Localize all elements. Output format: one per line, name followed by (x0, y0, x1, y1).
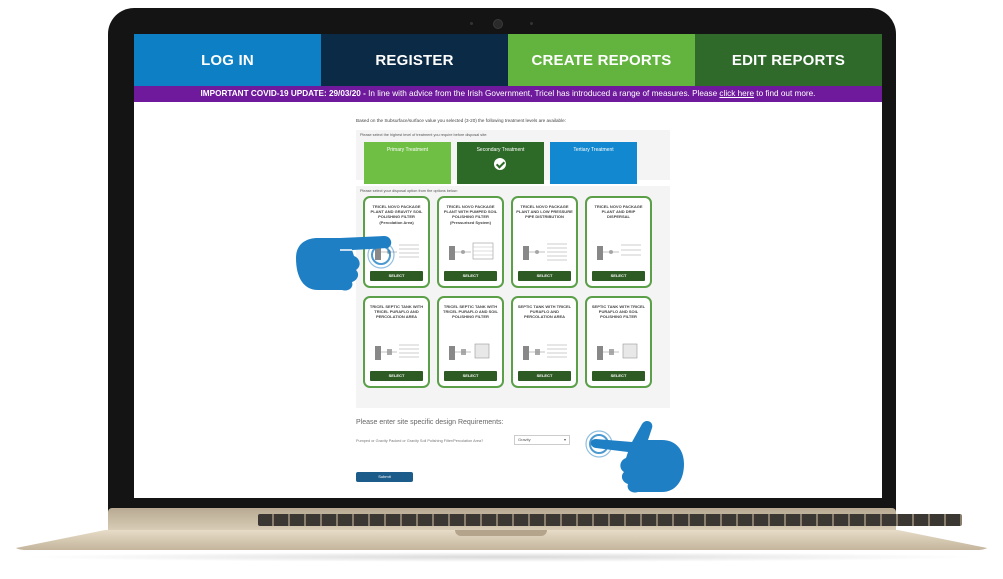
treatment-level-box: Please select the highest level of treat… (356, 130, 670, 184)
submit-button[interactable]: Submit (356, 472, 413, 482)
select-button[interactable]: SELECT (518, 271, 571, 281)
option-card[interactable]: TRICEL SEPTIC TANK WITH TRICEL PURAFLO A… (363, 296, 430, 388)
option-title: TRICEL SEPTIC TANK WITH TRICEL PURAFLO A… (443, 304, 498, 320)
select-button[interactable]: SELECT (592, 271, 645, 281)
treatment-form: Based on the Subsurface/surface value yo… (356, 118, 670, 408)
lid-dot (530, 22, 533, 25)
options-hint: Please select your disposal option from … (360, 189, 458, 193)
system-diagram-icon (523, 243, 567, 261)
option-title: TRICEL SEPTIC TANK WITH TRICEL PURAFLO A… (369, 304, 424, 320)
select-button[interactable]: SELECT (370, 371, 423, 381)
option-card[interactable]: TRICEL NOVO PACKAGE PLANT AND DRIP DISPE… (585, 196, 652, 288)
main-nav: LOG IN REGISTER CREATE REPORTS EDIT REPO… (134, 34, 882, 86)
option-card[interactable]: SEPTIC TANK WITH TRICEL PURAFLO AND PERC… (511, 296, 578, 388)
level-tertiary[interactable]: Tertiary Treatment (550, 142, 637, 184)
nav-create-reports[interactable]: CREATE REPORTS (508, 34, 695, 86)
level-label: Tertiary Treatment (573, 147, 614, 153)
pointing-hand-icon (585, 421, 684, 493)
pointing-hand-icon (296, 236, 395, 291)
select-button[interactable]: SELECT (592, 371, 645, 381)
nav-register[interactable]: REGISTER (321, 34, 508, 86)
option-card[interactable]: TRICEL NOVO PACKAGE PLANT AND LOW PRESSU… (511, 196, 578, 288)
select-button[interactable]: SELECT (444, 371, 497, 381)
level-secondary[interactable]: Secondary Treatment (457, 142, 544, 184)
nav-edit-reports[interactable]: EDIT REPORTS (695, 34, 882, 86)
laptop-base (0, 508, 1003, 568)
select-button[interactable]: SELECT (444, 271, 497, 281)
caret-down-icon: ▾ (563, 437, 566, 442)
intro-text: Based on the Subsurface/surface value yo… (356, 118, 566, 123)
system-diagram-icon (597, 244, 641, 260)
level-label: Primary Treatment (386, 147, 429, 153)
covid-link[interactable]: click here (719, 89, 754, 98)
option-title: TRICEL NOVO PACKAGE PLANT WITH PUMPED SO… (443, 204, 498, 225)
base-notch (455, 530, 547, 536)
check-icon (494, 158, 506, 170)
covid-banner: IMPORTANT COVID-19 UPDATE: 29/03/20 - In… (134, 86, 882, 102)
covid-tail: to find out more. (754, 89, 816, 98)
laptop-screen: LOG IN REGISTER CREATE REPORTS EDIT REPO… (134, 34, 882, 498)
base-shadow (20, 552, 983, 562)
select-button[interactable]: SELECT (518, 371, 571, 381)
level-label: Secondary Treatment (476, 147, 525, 153)
requirements-select[interactable]: Gravity ▾ (514, 435, 570, 445)
lid-dot (470, 22, 473, 25)
option-title: TRICEL NOVO PACKAGE PLANT AND DRIP DISPE… (594, 204, 643, 220)
system-diagram-icon (449, 242, 494, 260)
keyboard (258, 514, 962, 526)
level-primary[interactable]: Primary Treatment (364, 142, 451, 184)
option-title: TRICEL NOVO PACKAGE PLANT AND LOW PRESSU… (516, 204, 573, 220)
requirements-title: Please enter site specific design Requir… (356, 419, 504, 426)
disposal-options-box: Please select your disposal option from … (356, 186, 670, 408)
camera-icon (493, 19, 503, 29)
select-value: Gravity (518, 437, 531, 442)
base-top (108, 508, 962, 530)
option-card[interactable]: TRICEL NOVO PACKAGE PLANT WITH PUMPED SO… (437, 196, 504, 288)
option-title: SEPTIC TANK WITH TRICEL PURAFLO AND PERC… (517, 304, 572, 320)
option-title: SEPTIC TANK WITH TRICEL PURAFLO AND SOIL… (591, 304, 646, 320)
system-diagram-icon (523, 344, 567, 360)
nav-login[interactable]: LOG IN (134, 34, 321, 86)
option-card[interactable]: TRICEL SEPTIC TANK WITH TRICEL PURAFLO A… (437, 296, 504, 388)
covid-text: In line with advice from the Irish Gover… (365, 89, 720, 98)
option-card[interactable]: SEPTIC TANK WITH TRICEL PURAFLO AND SOIL… (585, 296, 652, 388)
covid-headline: IMPORTANT COVID-19 UPDATE: 29/03/20 - (200, 89, 366, 98)
system-diagram-icon (597, 343, 638, 360)
requirements-label: Pumped or Gravity Packed or Gravity Soil… (356, 439, 484, 443)
system-diagram-icon (375, 344, 419, 360)
level-hint: Please select the highest level of treat… (360, 133, 488, 137)
system-diagram-icon (449, 343, 490, 360)
